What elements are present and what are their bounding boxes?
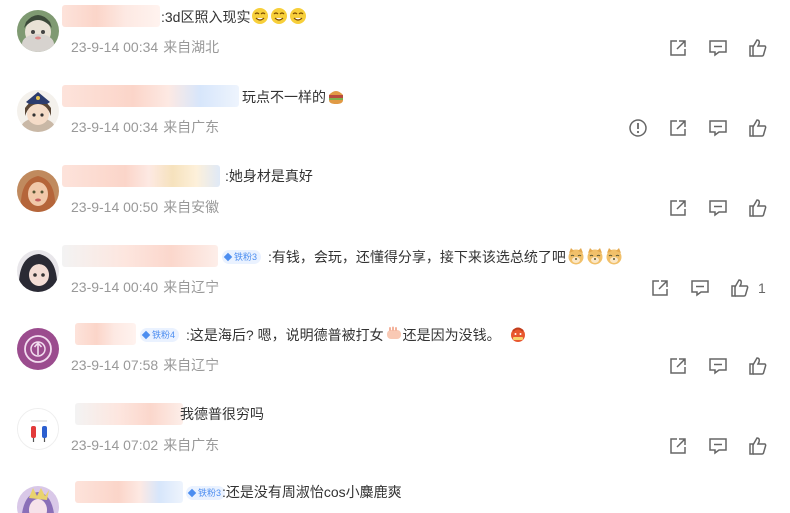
comment-icon[interactable] — [708, 198, 728, 218]
hand-emoji — [385, 325, 403, 343]
avatar[interactable] — [17, 408, 59, 450]
like-icon[interactable] — [730, 278, 750, 298]
doge-emoji — [605, 247, 623, 265]
avatar[interactable] — [17, 90, 59, 132]
comment-location: 来自辽宁 — [163, 279, 220, 295]
fan-badge[interactable]: 铁粉3 — [222, 250, 262, 264]
avatar[interactable] — [17, 486, 59, 513]
share-icon[interactable] — [668, 356, 688, 376]
smile-emoji — [251, 7, 269, 25]
username[interactable] — [62, 5, 160, 27]
avatar[interactable] — [17, 10, 59, 52]
comment-icon[interactable] — [708, 356, 728, 376]
avatar[interactable] — [17, 250, 59, 292]
comment-text: 我德普很穷吗 — [180, 406, 264, 422]
avatar[interactable] — [17, 328, 59, 370]
doge-emoji — [586, 247, 604, 265]
comment-location: 来自广东 — [163, 437, 220, 453]
comment-item: 铁粉3 :有钱，会玩，还懂得分享，接下来该选总统了吧 23-9-14 00:40… — [0, 240, 790, 320]
fan-badge[interactable]: 铁粉4 — [140, 328, 180, 342]
comment-icon[interactable] — [708, 436, 728, 456]
share-icon[interactable] — [668, 198, 688, 218]
comment-item: 铁粉3 :还是没有周淑怡cos小麋鹿爽 — [0, 476, 790, 513]
comment-text: :她身材是真好 — [225, 168, 313, 184]
hamburger-emoji — [327, 87, 345, 105]
share-icon[interactable] — [668, 436, 688, 456]
doge-emoji — [567, 247, 585, 265]
like-icon[interactable] — [748, 38, 768, 58]
comment-date: 23-9-14 00:34 — [71, 39, 159, 55]
username[interactable] — [62, 165, 220, 187]
like-icon[interactable] — [748, 198, 768, 218]
comment-item: 我德普很穷吗 23-9-14 07:02 来自广东 — [0, 398, 790, 478]
username[interactable] — [75, 323, 136, 345]
fan-badge[interactable]: 铁粉3 — [186, 486, 226, 500]
comment-location: 来自广东 — [163, 119, 220, 135]
comment-meta: 23-9-14 00:40 来自辽宁 — [71, 278, 219, 296]
username[interactable] — [75, 481, 183, 503]
username[interactable] — [62, 245, 218, 267]
comment-text: :这是海后? 嗯，说明德普被打女 还是因为没钱。 — [186, 325, 527, 344]
smile-emoji — [270, 7, 288, 25]
comment-date: 23-9-14 07:58 — [71, 357, 159, 373]
like-icon[interactable] — [748, 118, 768, 138]
smile-emoji — [289, 7, 307, 25]
username[interactable] — [75, 403, 183, 425]
share-icon[interactable] — [668, 118, 688, 138]
comment-location: 来自辽宁 — [163, 357, 220, 373]
like-icon[interactable] — [748, 356, 768, 376]
comment-item: 玩点不一样的 23-9-14 00:34 来自广东 — [0, 80, 790, 160]
comment-date: 23-9-14 00:40 — [71, 279, 159, 295]
comment-location: 来自湖北 — [163, 39, 220, 55]
comment-meta: 23-9-14 00:34 来自广东 — [71, 118, 219, 136]
comment-text: :3d区照入现实 — [161, 7, 307, 26]
report-icon[interactable] — [628, 118, 648, 138]
comment-date: 23-9-14 00:50 — [71, 199, 159, 215]
comment-date: 23-9-14 00:34 — [71, 119, 159, 135]
comment-text: 玩点不一样的 — [242, 87, 345, 106]
comment-item: :她身材是真好 23-9-14 00:50 来自安徽 — [0, 160, 790, 240]
spicy-emoji — [509, 325, 527, 343]
comment-meta: 23-9-14 07:58 来自辽宁 — [71, 356, 219, 374]
comment-meta: 23-9-14 00:34 来自湖北 — [71, 38, 219, 56]
comment-text: :有钱，会玩，还懂得分享，接下来该选总统了吧 — [268, 247, 623, 266]
comment-date: 23-9-14 07:02 — [71, 437, 159, 453]
like-count: 1 — [758, 280, 766, 296]
comment-icon[interactable] — [690, 278, 710, 298]
username[interactable] — [62, 85, 239, 107]
share-icon[interactable] — [668, 38, 688, 58]
comment-icon[interactable] — [708, 118, 728, 138]
comment-text: :还是没有周淑怡cos小麋鹿爽 — [222, 484, 402, 500]
comment-icon[interactable] — [708, 38, 728, 58]
comment-meta: 23-9-14 07:02 来自广东 — [71, 436, 219, 454]
comment-meta: 23-9-14 00:50 来自安徽 — [71, 198, 219, 216]
share-icon[interactable] — [650, 278, 670, 298]
comment-location: 来自安徽 — [163, 199, 220, 215]
comment-item: :3d区照入现实 23-9-14 00:34 来自湖北 — [0, 0, 790, 80]
avatar[interactable] — [17, 170, 59, 212]
like-icon[interactable] — [748, 436, 768, 456]
comment-item: 铁粉4 :这是海后? 嗯，说明德普被打女 还是因为没钱。 23-9-14 07:5… — [0, 318, 790, 398]
